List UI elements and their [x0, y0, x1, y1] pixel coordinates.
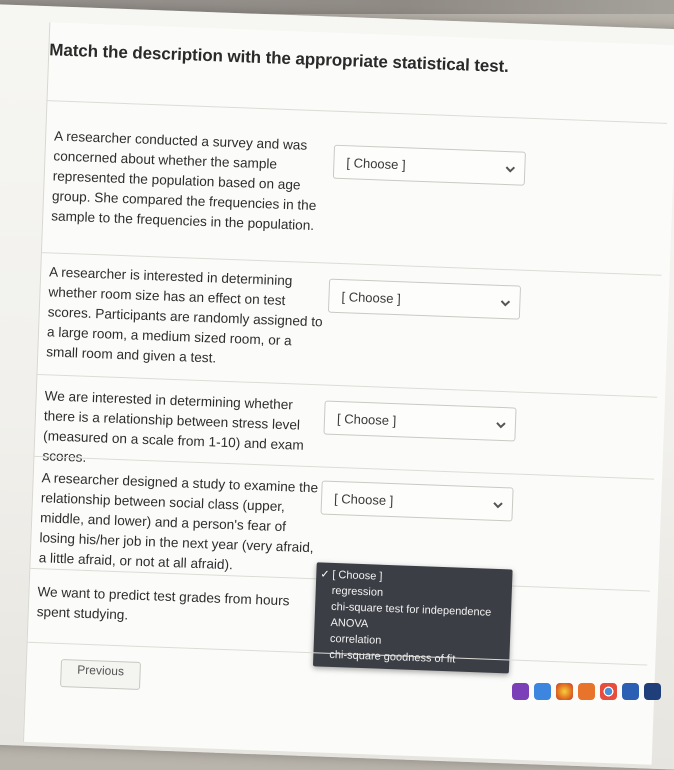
match-description-1: A researcher conducted a survey and was …: [51, 128, 317, 234]
option-label: [ Choose ]: [332, 568, 383, 583]
question-card: Match the description with the appropria…: [22, 22, 674, 765]
chevron-down-icon: [500, 300, 511, 307]
previous-label: Previous: [77, 662, 125, 679]
option-label: correlation: [329, 632, 382, 647]
browser-viewport: Match the description with the appropria…: [0, 4, 674, 770]
select-value: [ Choose ]: [346, 155, 406, 173]
app-icon-purple[interactable]: [512, 683, 529, 700]
previous-button[interactable]: Previous: [60, 659, 141, 690]
match-row-2: A researcher is interested in determinin…: [42, 262, 662, 366]
question-prompt: Match the description with the appropria…: [49, 40, 510, 77]
match-row-4: A researcher designed a study to examine…: [34, 468, 654, 572]
app-icon-navy[interactable]: [644, 683, 661, 700]
answer-select-3[interactable]: [ Choose ]: [323, 400, 517, 442]
app-icon-orange[interactable]: [578, 683, 595, 700]
chrome-icon[interactable]: [600, 683, 617, 700]
answer-select-4[interactable]: [ Choose ]: [320, 480, 514, 522]
select-value: [ Choose ]: [336, 411, 397, 429]
match-description-5: We want to predict test grades from hour…: [36, 584, 290, 623]
chevron-down-icon: [505, 166, 516, 173]
select-value: [ Choose ]: [333, 490, 394, 509]
option-label: ANOVA: [330, 616, 369, 631]
match-row-3: We are interested in determining whether…: [37, 386, 657, 465]
match-description-4: A researcher designed a study to examine…: [38, 470, 319, 573]
select-value: [ Choose ]: [341, 289, 402, 307]
chevron-down-icon: [493, 502, 503, 509]
option-label: regression: [331, 584, 384, 599]
chevron-down-icon: [496, 422, 506, 429]
answer-select-2[interactable]: [ Choose ]: [327, 278, 522, 320]
divider: [47, 100, 668, 124]
check-icon: ✓: [320, 568, 330, 581]
app-icon-blue[interactable]: [534, 683, 551, 700]
dock: [508, 683, 674, 700]
photos-icon[interactable]: [556, 683, 573, 700]
match-row-1: A researcher conducted a survey and was …: [47, 126, 667, 233]
match-description-3: We are interested in determining whether…: [42, 388, 304, 465]
answer-select-1[interactable]: [ Choose ]: [332, 144, 526, 186]
match-description-2: A researcher is interested in determinin…: [46, 264, 323, 366]
word-icon[interactable]: [622, 683, 639, 700]
